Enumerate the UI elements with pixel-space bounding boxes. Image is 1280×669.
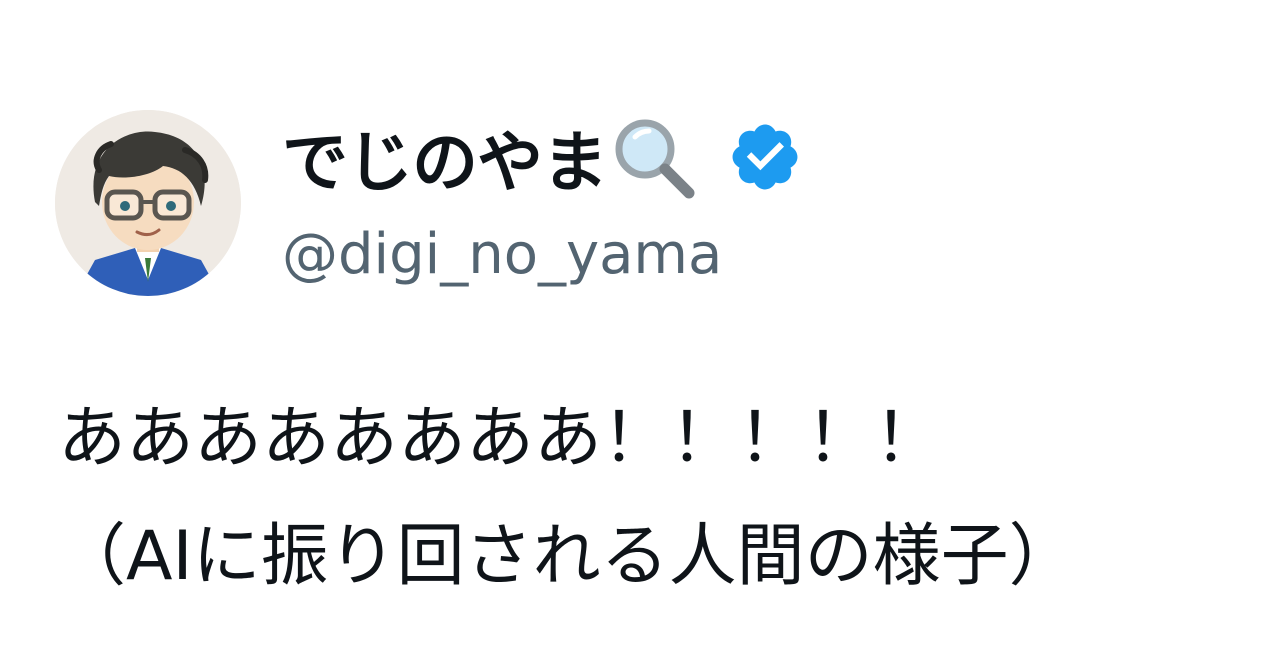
tweet-text-line-1: ああああああああ！！！！！ — [58, 399, 943, 478]
verified-badge-icon[interactable] — [727, 119, 803, 195]
author-name-row: でじのやま — [282, 112, 803, 202]
tweet-text-line-2: （AIに振り回される人間の様子） — [58, 517, 1077, 596]
magnifying-glass-icon — [609, 111, 701, 203]
avatar[interactable] — [55, 110, 241, 296]
display-name[interactable]: でじのやま — [282, 109, 608, 205]
tweet-text: ああああああああ！！！！！ （AIに振り回される人間の様子） — [58, 380, 1077, 616]
author-handle[interactable]: @digi_no_yama — [282, 222, 722, 287]
avatar-illustration — [55, 110, 241, 296]
tweet-card: でじのやま @digi_no_yama ああああああああ！！！！！ （AIに振り… — [0, 0, 1280, 669]
